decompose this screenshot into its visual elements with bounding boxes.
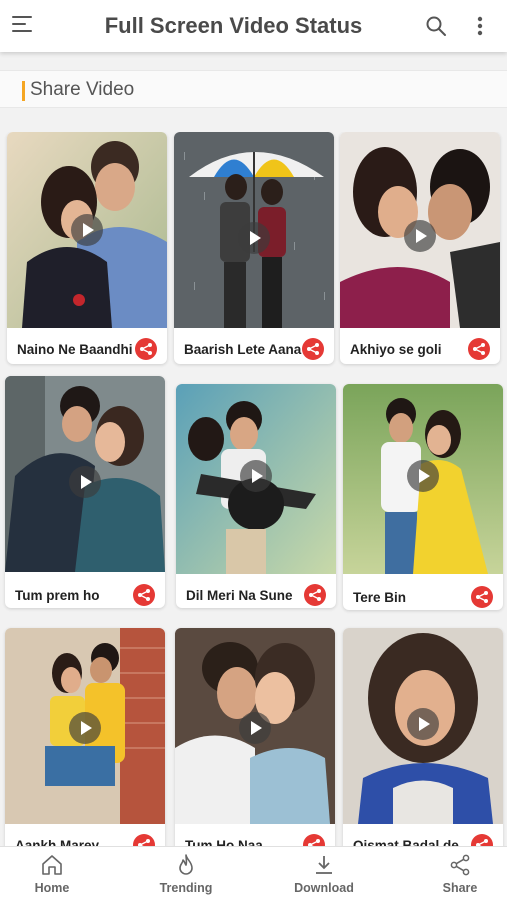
share-button[interactable] [302, 338, 324, 360]
share-icon [450, 854, 470, 876]
video-title: Naino Ne Baandhi [17, 342, 133, 357]
video-title: Tum prem ho [15, 588, 100, 603]
video-title: Tere Bin [353, 590, 407, 605]
play-icon[interactable] [404, 220, 436, 252]
home-icon [42, 855, 62, 875]
play-icon[interactable] [69, 466, 101, 498]
video-card[interactable]: Tum prem ho [5, 376, 165, 608]
share-button[interactable] [471, 586, 493, 608]
video-card[interactable]: Akhiyo se goli [340, 132, 500, 364]
share-button[interactable] [133, 834, 155, 846]
share-icon [476, 839, 488, 846]
video-title: Tum Ho Naa [185, 838, 263, 846]
share-button[interactable] [133, 584, 155, 606]
play-icon[interactable] [238, 222, 270, 254]
share-icon [308, 839, 320, 846]
video-card[interactable]: Baarish Lete Aana [174, 132, 334, 364]
play-icon[interactable] [239, 712, 271, 744]
download-icon [316, 856, 332, 874]
nav-share[interactable]: Share [410, 847, 507, 900]
nav-trending[interactable]: Trending [136, 847, 236, 900]
play-icon[interactable] [71, 214, 103, 246]
share-icon [476, 591, 488, 603]
play-icon[interactable] [69, 712, 101, 744]
video-title: Akhiyo se goli [350, 342, 442, 357]
app-title: Full Screen Video Status [104, 13, 363, 38]
share-button[interactable] [304, 584, 326, 606]
video-title: Baarish Lete Aana [184, 342, 302, 357]
share-button[interactable] [468, 338, 490, 360]
share-button[interactable] [135, 338, 157, 360]
video-card[interactable]: Aankh Marey [5, 628, 165, 846]
app-bar: Full Screen Video Status [0, 0, 507, 52]
share-button[interactable] [471, 834, 493, 846]
video-title: Aankh Marey [15, 838, 100, 846]
share-icon [473, 343, 485, 355]
nav-trending-label: Trending [159, 881, 213, 895]
video-card[interactable]: Naino Ne Baandhi [7, 132, 167, 364]
play-icon[interactable] [407, 708, 439, 740]
more-vertical-icon[interactable] [472, 14, 488, 38]
video-card[interactable]: Qismat Badal de [343, 628, 503, 846]
video-card[interactable]: Tum Ho Naa [175, 628, 335, 846]
video-card[interactable]: Dil Meri Na Sune [176, 384, 336, 608]
nav-home[interactable]: Home [2, 847, 102, 900]
share-icon [138, 589, 150, 601]
nav-share-label: Share [442, 881, 478, 895]
video-grid: Naino Ne Baandhi Baarish Lete Aana Akhiy… [0, 132, 507, 846]
nav-download[interactable]: Download [274, 847, 374, 900]
share-icon [138, 839, 150, 846]
share-icon [309, 589, 321, 601]
play-icon[interactable] [240, 460, 272, 492]
section-title: Share Video [30, 79, 135, 100]
share-icon [140, 343, 152, 355]
bottom-navigation: Home Trending Download Share [0, 846, 507, 900]
search-icon[interactable] [424, 14, 448, 38]
flame-icon [179, 854, 193, 875]
video-title: Qismat Badal de [353, 838, 459, 846]
video-title: Dil Meri Na Sune [186, 588, 293, 603]
menu-icon[interactable] [12, 16, 34, 36]
play-icon[interactable] [407, 460, 439, 492]
section-accent-bar [22, 81, 25, 101]
video-card[interactable]: Tere Bin [343, 384, 503, 610]
nav-home-label: Home [34, 881, 70, 895]
share-button[interactable] [303, 834, 325, 846]
nav-download-label: Download [294, 881, 354, 895]
share-icon [307, 343, 319, 355]
section-header: Share Video [0, 70, 507, 108]
